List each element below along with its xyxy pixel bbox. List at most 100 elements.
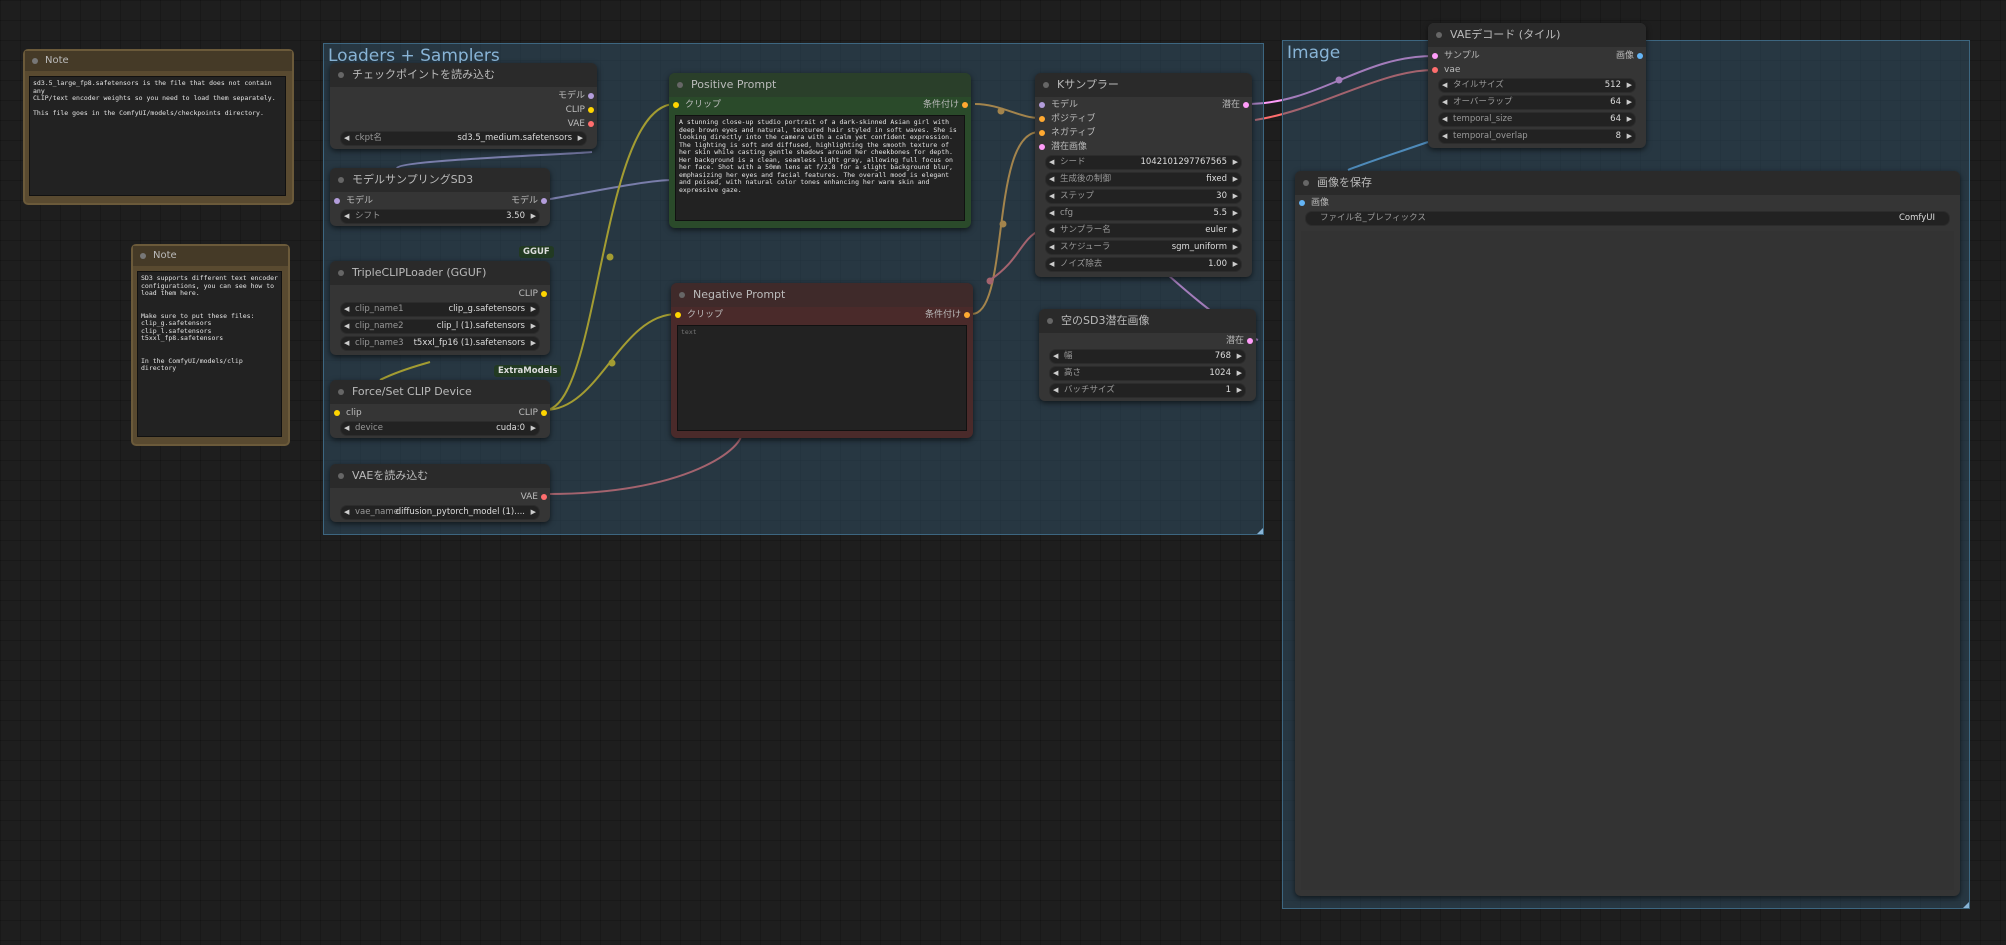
note-checkpoint[interactable]: Note sd3.5_large_fp8.safetensors is the … [23,49,294,205]
node-model-sampling-sd3[interactable]: モデルサンプリングSD3 モデル モデル ◀ シフト 3.50 ▶ [330,168,550,226]
arrow-left-icon[interactable]: ◀ [344,132,349,145]
positive-prompt-textarea[interactable]: A stunning close-up studio portrait of a… [675,115,965,221]
arrow-right-icon[interactable]: ▶ [531,337,536,350]
steps-widget[interactable]: ◀ ステップ 30 ▶ [1045,189,1242,204]
socket-positive-in[interactable] [1039,116,1045,122]
arrow-right-icon[interactable]: ▶ [1233,258,1238,271]
socket-samples-in[interactable] [1432,53,1438,59]
socket-latent-out[interactable] [1243,102,1249,108]
collapse-dot-icon[interactable] [1047,318,1053,324]
arrow-right-icon[interactable]: ▶ [1237,367,1242,380]
clip-name1-widget[interactable]: ◀ clip_name1 clip_g.safetensors ▶ [340,302,540,317]
arrow-right-icon[interactable]: ▶ [1627,130,1632,143]
arrow-right-icon[interactable]: ▶ [1233,156,1238,169]
overlap-widget[interactable]: ◀ オーバーラップ 64 ▶ [1438,95,1636,110]
collapse-dot-icon[interactable] [338,270,344,276]
batch-size-widget[interactable]: ◀ バッチサイズ 1 ▶ [1049,383,1246,398]
socket-latent-in[interactable] [1039,144,1045,150]
arrow-right-icon[interactable]: ▶ [1233,173,1238,186]
socket-clip-out[interactable] [588,107,594,113]
collapse-dot-icon[interactable] [1303,180,1309,186]
arrow-right-icon[interactable]: ▶ [1627,113,1632,126]
socket-vae-out[interactable] [588,121,594,127]
socket-model-in[interactable] [334,198,340,204]
seed-widget[interactable]: ◀ シード 1042101297767565 ▶ [1045,155,1242,170]
node-save-image[interactable]: 画像を保存 画像 ファイル名_プレフィックス ComfyUI [1295,171,1960,896]
temporal-overlap-widget[interactable]: ◀ temporal_overlap 8 ▶ [1438,129,1636,144]
node-positive-prompt[interactable]: Positive Prompt クリップ 条件付け A stunning clos… [669,73,971,228]
arrow-left-icon[interactable]: ◀ [1049,207,1054,220]
cfg-widget[interactable]: ◀ cfg 5.5 ▶ [1045,206,1242,221]
arrow-left-icon[interactable]: ◀ [1049,258,1054,271]
node-empty-sd3-latent[interactable]: 空のSD3潜在画像 潜在 ◀ 幅 768 ▶ ◀ 高さ 1024 ▶ ◀ バッチサイズ 1 ▶ [1039,309,1256,401]
collapse-dot-icon[interactable] [679,292,685,298]
arrow-left-icon[interactable]: ◀ [1053,350,1058,363]
node-vae-decode-tiled[interactable]: VAEデコード (タイル) サンプル 画像 vae ◀ タイルサイズ 512 ▶ ◀ オー… [1428,23,1646,148]
arrow-left-icon[interactable]: ◀ [1053,367,1058,380]
socket-vae-out[interactable] [541,494,547,500]
socket-conditioning-out[interactable] [964,312,970,318]
node-negative-prompt[interactable]: Negative Prompt クリップ 条件付け [671,283,973,438]
arrow-left-icon[interactable]: ◀ [344,320,349,333]
collapse-dot-icon[interactable] [1043,82,1049,88]
node-force-clip-device[interactable]: Force/Set CLIP Device clip CLIP ◀ device cu… [330,380,550,438]
arrow-left-icon[interactable]: ◀ [1049,224,1054,237]
socket-clip-in[interactable] [673,102,679,108]
arrow-left-icon[interactable]: ◀ [344,422,349,435]
sampler-name-widget[interactable]: ◀ サンプラー名 euler ▶ [1045,223,1242,238]
socket-clip-in[interactable] [334,410,340,416]
arrow-left-icon[interactable]: ◀ [344,303,349,316]
arrow-left-icon[interactable]: ◀ [1053,384,1058,397]
arrow-right-icon[interactable]: ▶ [1233,241,1238,254]
height-widget[interactable]: ◀ 高さ 1024 ▶ [1049,366,1246,381]
arrow-right-icon[interactable]: ▶ [1627,79,1632,92]
filename-prefix-widget[interactable]: ファイル名_プレフィックス ComfyUI [1305,211,1950,226]
ckpt-name-widget[interactable]: ◀ ckpt名 sd3.5_medium.safetensors ▶ [340,131,587,146]
denoise-widget[interactable]: ◀ ノイズ除去 1.00 ▶ [1045,257,1242,272]
width-widget[interactable]: ◀ 幅 768 ▶ [1049,349,1246,364]
socket-model-out[interactable] [588,93,594,99]
resize-corner-icon[interactable] [1963,902,1969,908]
node-checkpoint-loader[interactable]: チェックポイントを読み込む モデル CLIP VAE ◀ ckpt名 sd3.5_m… [330,63,597,149]
arrow-right-icon[interactable]: ▶ [1233,224,1238,237]
arrow-left-icon[interactable]: ◀ [1049,241,1054,254]
arrow-right-icon[interactable]: ▶ [531,320,536,333]
collapse-dot-icon[interactable] [1436,32,1442,38]
temporal-size-widget[interactable]: ◀ temporal_size 64 ▶ [1438,112,1636,127]
arrow-left-icon[interactable]: ◀ [1442,79,1447,92]
arrow-left-icon[interactable]: ◀ [1049,156,1054,169]
arrow-right-icon[interactable]: ▶ [1237,350,1242,363]
clip-name2-widget[interactable]: ◀ clip_name2 clip_l (1).safetensors ▶ [340,319,540,334]
tile-size-widget[interactable]: ◀ タイルサイズ 512 ▶ [1438,78,1636,93]
control-after-generate-widget[interactable]: ◀ 生成後の制御 fixed ▶ [1045,172,1242,187]
clip-name3-widget[interactable]: ◀ clip_name3 t5xxl_fp16 (1).safetensors ▶ [340,336,540,351]
arrow-right-icon[interactable]: ▶ [578,132,583,145]
arrow-left-icon[interactable]: ◀ [344,210,349,223]
arrow-left-icon[interactable]: ◀ [1442,96,1447,109]
scheduler-widget[interactable]: ◀ スケジューラ sgm_uniform ▶ [1045,240,1242,255]
node-triple-clip-loader[interactable]: TripleCLIPLoader (GGUF) CLIP ◀ clip_name1… [330,261,550,355]
arrow-left-icon[interactable]: ◀ [1442,130,1447,143]
socket-model-out[interactable] [541,198,547,204]
collapse-dot-icon[interactable] [338,177,344,183]
note-clip[interactable]: Note SD3 supports different text encoder… [131,244,290,446]
collapse-dot-icon[interactable] [338,72,344,78]
collapse-dot-icon[interactable] [140,253,146,259]
note-textarea[interactable]: sd3.5_large_fp8.safetensors is the file … [29,76,286,196]
socket-clip-out[interactable] [541,291,547,297]
collapse-dot-icon[interactable] [677,82,683,88]
socket-vae-in[interactable] [1432,67,1438,73]
node-vae-loader[interactable]: VAEを読み込む VAE ◀ vae_name diffusion_pytorch_… [330,464,550,522]
collapse-dot-icon[interactable] [338,389,344,395]
arrow-left-icon[interactable]: ◀ [1049,190,1054,203]
arrow-right-icon[interactable]: ▶ [531,303,536,316]
arrow-right-icon[interactable]: ▶ [531,506,536,519]
arrow-right-icon[interactable]: ▶ [1237,384,1242,397]
socket-negative-in[interactable] [1039,130,1045,136]
socket-clip-out[interactable] [541,410,547,416]
shift-widget[interactable]: ◀ シフト 3.50 ▶ [340,209,540,224]
arrow-right-icon[interactable]: ▶ [1627,96,1632,109]
negative-prompt-textarea[interactable] [677,325,967,431]
arrow-left-icon[interactable]: ◀ [344,506,349,519]
collapse-dot-icon[interactable] [32,58,38,64]
